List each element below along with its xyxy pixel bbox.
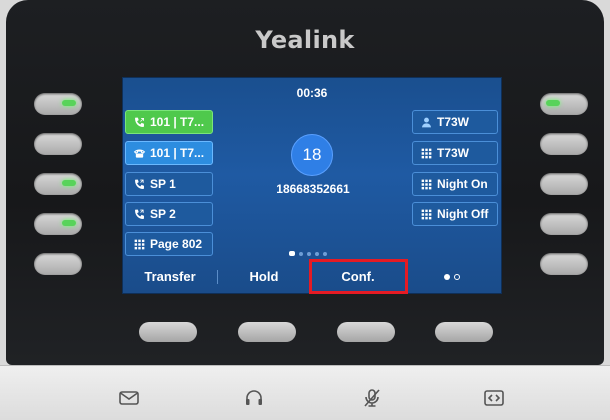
line-key-label: 101 | T7... xyxy=(150,115,205,129)
grid-icon xyxy=(419,146,433,160)
softkey-bar: Transfer Hold Conf. xyxy=(123,260,501,293)
led-indicator xyxy=(62,220,76,226)
grid-icon xyxy=(419,177,433,191)
grid-icon xyxy=(419,207,433,221)
line-key-label: T73W xyxy=(437,115,470,129)
page-indicator xyxy=(289,251,327,256)
line-key-label: SP 1 xyxy=(150,177,176,191)
line-key-t73w[interactable]: T73W xyxy=(412,141,498,165)
line-key-t73w-contact[interactable]: T73W xyxy=(412,110,498,134)
line-key-night-on[interactable]: Night On xyxy=(412,172,498,196)
line-key-night-off[interactable]: Night Off xyxy=(412,202,498,226)
line-key-101-held[interactable]: 101 | T7... xyxy=(125,141,213,165)
line-key-label: Night On xyxy=(437,177,488,191)
grid-icon xyxy=(132,237,146,251)
brand-logo: Yealink xyxy=(255,26,355,54)
softkey-2[interactable] xyxy=(238,322,296,342)
softkey-3[interactable] xyxy=(337,322,395,342)
more-dots-icon xyxy=(444,273,460,280)
right-line-key-5[interactable] xyxy=(540,253,588,275)
led-indicator xyxy=(62,100,76,106)
desk-phone-icon xyxy=(132,146,146,160)
phone-forward-icon xyxy=(132,177,146,191)
softkey-1[interactable] xyxy=(139,322,197,342)
phone-base xyxy=(0,365,610,420)
line-key-page-802[interactable]: Page 802 xyxy=(125,232,213,256)
left-line-key-4[interactable] xyxy=(34,213,82,235)
left-line-key-5[interactable] xyxy=(34,253,82,275)
right-line-key-4[interactable] xyxy=(540,213,588,235)
line-key-label: 101 | T7... xyxy=(150,146,205,160)
right-line-key-3[interactable] xyxy=(540,173,588,195)
line-key-101-active[interactable]: 101 | T7... xyxy=(125,110,213,134)
mute-mic-icon[interactable] xyxy=(360,388,384,408)
line-key-label: Page 802 xyxy=(150,237,203,251)
softkey-4[interactable] xyxy=(435,322,493,342)
contact-icon xyxy=(419,115,433,129)
headset-icon[interactable] xyxy=(242,388,266,408)
phone-display: 00:36 101 | T7... 101 | T7... SP 1 SP 2 … xyxy=(122,77,502,294)
left-line-key-1[interactable] xyxy=(34,93,82,115)
line-key-label: T73W xyxy=(437,146,470,160)
led-indicator xyxy=(546,100,560,106)
line-key-label: SP 2 xyxy=(150,207,176,221)
left-line-key-2[interactable] xyxy=(34,133,82,155)
line-key-label: Night Off xyxy=(437,207,489,221)
line-key-sp1[interactable]: SP 1 xyxy=(125,172,213,196)
phone-active-icon xyxy=(132,115,146,129)
caller-avatar: 18 xyxy=(291,134,333,176)
conference-button[interactable]: Conf. xyxy=(311,260,405,293)
right-line-key-2[interactable] xyxy=(540,133,588,155)
left-line-key-3[interactable] xyxy=(34,173,82,195)
hold-button[interactable]: Hold xyxy=(217,260,311,293)
line-key-sp2[interactable]: SP 2 xyxy=(125,202,213,226)
phone-forward-icon xyxy=(132,207,146,221)
caller-number: 18668352661 xyxy=(276,182,350,196)
call-timer: 00:36 xyxy=(296,86,328,100)
more-button[interactable] xyxy=(405,260,499,293)
right-line-key-1[interactable] xyxy=(540,93,588,115)
transfer-button[interactable]: Transfer xyxy=(123,260,217,293)
mail-icon[interactable] xyxy=(117,388,141,408)
transfer-arrows-icon[interactable] xyxy=(482,388,506,408)
led-indicator xyxy=(62,180,76,186)
